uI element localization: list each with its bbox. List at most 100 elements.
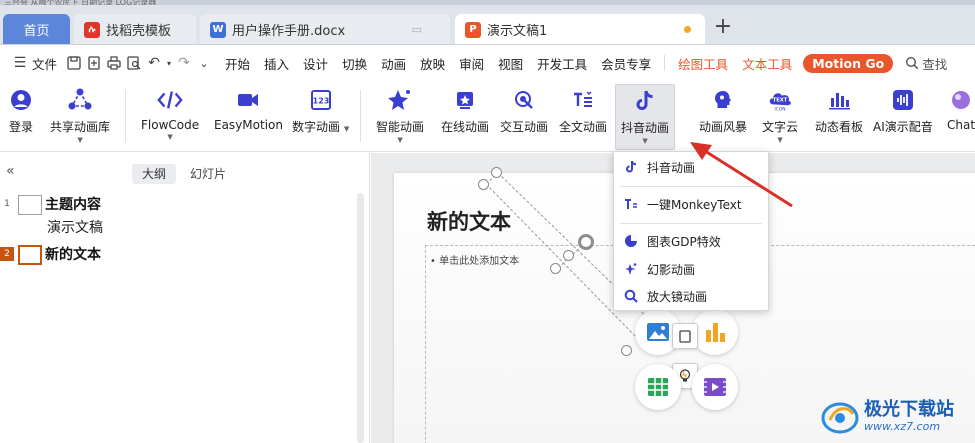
collapse-panel-icon[interactable]: « (6, 163, 15, 179)
export-icon[interactable] (84, 53, 104, 73)
slide-title[interactable]: 新的文本 (427, 206, 511, 236)
login-button[interactable]: 登录 (8, 86, 34, 135)
insert-table-button[interactable] (635, 364, 681, 410)
more-dropdown-icon[interactable]: ⌄ (194, 53, 214, 73)
anim-storm-button[interactable]: 动画风暴 (699, 86, 747, 135)
menu-start[interactable]: 开始 (218, 54, 257, 73)
menu-animation[interactable]: 动画 (374, 54, 413, 73)
douyin-anim-label: 抖音动画 (621, 121, 670, 135)
outline-item[interactable]: 1 主题内容 (0, 195, 101, 215)
undo-icon[interactable]: ↶ (144, 53, 164, 73)
search-label: 查找 (922, 56, 948, 72)
menu-slideshow[interactable]: 放映 (413, 54, 452, 73)
video-film-icon (704, 378, 726, 396)
fulltext-anim-button[interactable]: 全文动画 (559, 86, 607, 135)
redo-icon[interactable]: ↷ (174, 53, 194, 73)
menu-member[interactable]: 会员专享 (594, 54, 658, 73)
search-button[interactable]: 查找 (905, 54, 947, 73)
menu-view[interactable]: 视图 (491, 54, 530, 73)
tab-home[interactable]: 首页 (3, 14, 70, 44)
dropdown-item-gdp-chart[interactable]: 图表GDP特效 (614, 228, 768, 254)
ribbon-separator (360, 90, 361, 142)
douyin-anim-button[interactable]: 抖音动画 ▼ (615, 84, 676, 150)
resize-handle[interactable] (563, 250, 574, 261)
tab-outline[interactable]: 大纲 (132, 164, 176, 184)
tab-daoke-templates[interactable]: ሉ 找稻壳模板 (74, 14, 196, 44)
flowcode-label: FlowCode (141, 118, 200, 132)
resize-handle[interactable] (550, 263, 561, 274)
resize-handle[interactable] (621, 345, 632, 356)
digital-anim-button[interactable]: 123 数字动画 ▼ (292, 86, 349, 135)
tab-presentation[interactable]: P 演示文稿1 (455, 14, 705, 44)
easymotion-button[interactable]: EasyMotion (214, 86, 283, 132)
ai-dubbing-label: AI演示配音 (873, 120, 933, 134)
menu-design[interactable]: 设计 (296, 54, 335, 73)
dynamic-board-button[interactable]: 动态看板 (815, 86, 863, 135)
insert-video-button[interactable] (692, 364, 738, 410)
anim-storm-label: 动画风暴 (699, 120, 748, 134)
user-icon (11, 90, 31, 110)
presentation-icon: P (465, 21, 481, 38)
smart-anim-button[interactable]: 智能动画 ▼ (376, 86, 424, 144)
menu-review[interactable]: 审阅 (452, 54, 491, 73)
add-tab-button[interactable]: + (712, 16, 734, 39)
dropdown-item-phantom-anim[interactable]: 幻影动画 (614, 256, 768, 282)
body-placeholder-text: • 单击此处添加文本 (430, 256, 520, 267)
outline-item-selected[interactable]: 2 新的文本 (0, 245, 101, 265)
slide-thumbnail[interactable] (18, 195, 42, 215)
chat-label: Chat (947, 118, 975, 132)
online-anim-button[interactable]: 在线动画 (441, 86, 489, 135)
caret-down-icon: ▼ (77, 136, 83, 144)
outline-item-subtitle[interactable]: 演示文稿 (47, 217, 103, 237)
body-placeholder-label: 单击此处添加文本 (439, 256, 520, 267)
menu-insert[interactable]: 插入 (257, 54, 296, 73)
text-cloud-button[interactable]: TEXT ICON 文字云 ▼ (762, 86, 798, 144)
menu-drawing-tools[interactable]: 绘图工具 (671, 54, 735, 73)
menu-file[interactable]: 文件 (30, 54, 64, 73)
online-anim-label: 在线动画 (441, 120, 490, 134)
watermark-url: www.xz7.com (864, 419, 941, 433)
search-icon (906, 56, 919, 70)
undo-dropdown-icon[interactable]: ▾ (164, 53, 174, 73)
interactive-anim-button[interactable]: 交互动画 (500, 86, 548, 135)
dropdown-item-douyin-anim[interactable]: 抖音动画 (614, 154, 768, 180)
dropdown-item-label: 幻影动画 (647, 262, 696, 277)
flowcode-button[interactable]: FlowCode ▼ (141, 86, 199, 141)
menu-developer[interactable]: 开发工具 (530, 54, 594, 73)
caret-down-icon: ▼ (642, 137, 648, 145)
rotate-handle-icon[interactable] (578, 234, 594, 250)
save-icon[interactable] (64, 53, 84, 73)
chat-button[interactable]: Chat (947, 86, 975, 132)
menu-bar: ☰ 文件 ↶ ▾ ↷ ⌄ 开始 插入 设计 切换 动画 放映 审阅 视图 开发工… (0, 46, 975, 80)
resize-handle[interactable] (491, 167, 502, 178)
douyin-anim-dropdown: 抖音动画 一键MonkeyText 图表GDP特效 幻影动画 放大镜动画 (613, 151, 769, 311)
shared-anim-lib-label: 共享动画库 (50, 120, 111, 134)
magnifier-icon (624, 289, 638, 303)
ai-dubbing-button[interactable]: AI演示配音 (873, 86, 933, 135)
resize-handle[interactable] (478, 179, 489, 190)
smart-anim-label: 智能动画 (376, 120, 425, 134)
print-preview-icon[interactable] (124, 53, 144, 73)
caret-down-icon: ▼ (343, 125, 350, 133)
shared-anim-lib-button[interactable]: 共享动画库 ▼ (50, 86, 110, 144)
outline-scrollbar[interactable] (357, 193, 364, 443)
print-icon[interactable] (104, 53, 124, 73)
tab-document[interactable]: W 用户操作手册.docx ▭ (200, 14, 450, 44)
slide-thumbnail[interactable] (18, 245, 42, 265)
dropdown-item-label: 放大镜动画 (647, 289, 708, 304)
outline-item-title[interactable]: 主题内容 (45, 195, 101, 215)
text-cloud-label: 文字云 (762, 120, 799, 134)
insert-chart-button[interactable] (692, 309, 738, 355)
copy-button[interactable] (672, 323, 698, 349)
ribbon-toolbar: 登录 共享动画库 ▼ FlowCode ▼ EasyMotion 123 数字动… (0, 80, 975, 152)
hamburger-icon[interactable]: ☰ (10, 53, 30, 73)
dropdown-item-monkeytext[interactable]: 一键MonkeyText (614, 191, 768, 217)
menu-text-tools[interactable]: 文本工具 (735, 54, 799, 73)
dropdown-item-magnifier-anim[interactable]: 放大镜动画 (614, 283, 768, 309)
outline-item-number: 2 (0, 247, 14, 261)
outline-item-title[interactable]: 新的文本 (45, 245, 101, 265)
digital-anim-label: 数字动画 ▼ (292, 118, 349, 135)
tab-slides[interactable]: 幻灯片 (190, 164, 226, 184)
menu-transition[interactable]: 切换 (335, 54, 374, 73)
motion-go-button[interactable]: Motion Go (803, 53, 894, 73)
